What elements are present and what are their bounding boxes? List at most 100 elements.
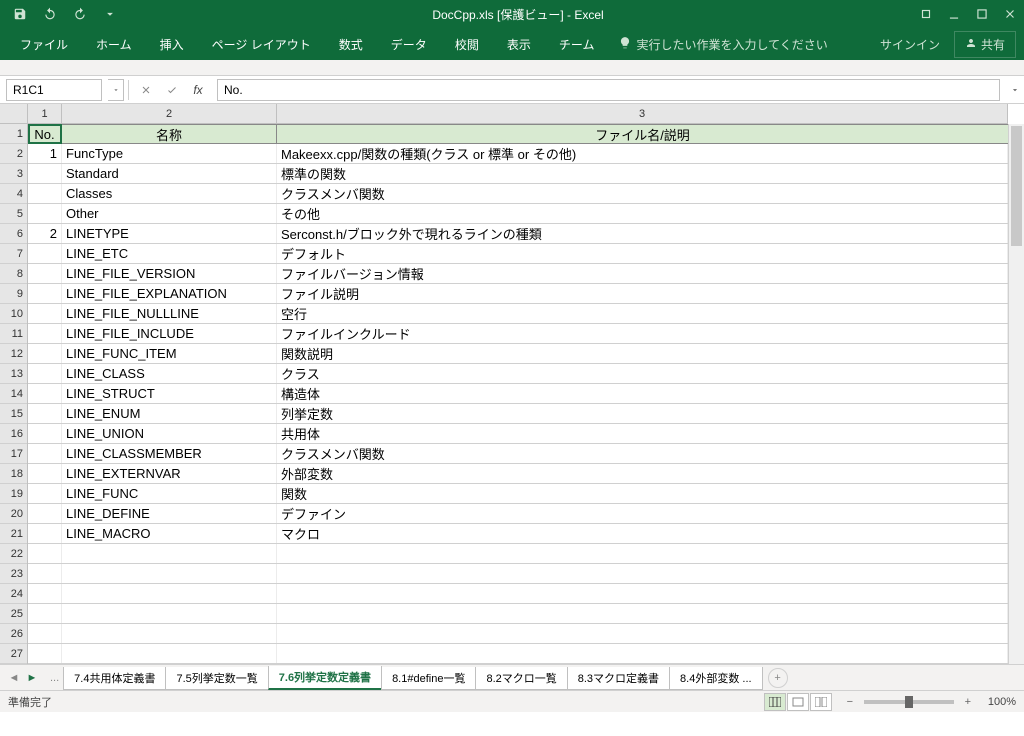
sheet-nav-more[interactable]: ... xyxy=(46,672,63,684)
table-row[interactable]: LINE_FUNC関数 xyxy=(28,484,1008,504)
table-row[interactable] xyxy=(28,584,1008,604)
cell-no[interactable] xyxy=(28,184,62,203)
table-row[interactable]: LINE_CLASSMEMBERクラスメンバ関数 xyxy=(28,444,1008,464)
cell-no[interactable] xyxy=(28,584,62,603)
ribbon-display-button[interactable] xyxy=(912,2,940,26)
tab-review[interactable]: 校閲 xyxy=(443,32,491,57)
cell-desc[interactable]: 共用体 xyxy=(277,424,1008,443)
name-box-dropdown[interactable] xyxy=(108,79,124,101)
table-row[interactable] xyxy=(28,544,1008,564)
cell-no[interactable] xyxy=(28,164,62,183)
row-header[interactable]: 27 xyxy=(0,644,27,664)
col-header-3[interactable]: 3 xyxy=(277,104,1008,123)
table-row[interactable]: LINE_DEFINEデファイン xyxy=(28,504,1008,524)
zoom-thumb[interactable] xyxy=(905,696,913,708)
cell-no[interactable] xyxy=(28,484,62,503)
row-headers[interactable]: 1234567891011121314151617181920212223242… xyxy=(0,124,28,664)
sheet-nav-next[interactable]: ► xyxy=(24,669,40,687)
table-row[interactable]: LINE_CLASSクラス xyxy=(28,364,1008,384)
cell-desc[interactable]: ファイル説明 xyxy=(277,284,1008,303)
row-header[interactable]: 15 xyxy=(0,404,27,424)
cell-name[interactable] xyxy=(62,544,277,563)
cell-desc[interactable]: その他 xyxy=(277,204,1008,223)
cell-desc[interactable] xyxy=(277,604,1008,623)
sheet-tab-7-4[interactable]: 7.4共用体定義書 xyxy=(63,667,166,690)
row-header[interactable]: 17 xyxy=(0,444,27,464)
cell-desc[interactable]: ファイルインクルード xyxy=(277,324,1008,343)
table-row[interactable] xyxy=(28,624,1008,644)
zoom-slider[interactable] xyxy=(864,700,954,704)
row-header[interactable]: 26 xyxy=(0,624,27,644)
tab-home[interactable]: ホーム xyxy=(84,32,144,57)
row-header[interactable]: 8 xyxy=(0,264,27,284)
cell-desc[interactable]: 標準の関数 xyxy=(277,164,1008,183)
sheet-nav-prev[interactable]: ◄ xyxy=(6,669,22,687)
table-row[interactable]: LINE_MACROマクロ xyxy=(28,524,1008,544)
redo-button[interactable] xyxy=(66,2,94,26)
cell-name[interactable] xyxy=(62,644,277,663)
row-header[interactable]: 21 xyxy=(0,524,27,544)
spreadsheet-grid[interactable]: 1 2 3 1234567891011121314151617181920212… xyxy=(0,104,1024,664)
cell-name[interactable]: FuncType xyxy=(62,144,277,163)
row-header[interactable]: 1 xyxy=(0,124,27,144)
cell-no[interactable] xyxy=(28,644,62,663)
select-all-corner[interactable] xyxy=(0,104,28,124)
cell-name[interactable]: LINE_FILE_VERSION xyxy=(62,264,277,283)
table-row[interactable]: LINE_STRUCT構造体 xyxy=(28,384,1008,404)
tell-me-search[interactable]: 実行したい作業を入力してください xyxy=(618,36,827,53)
save-button[interactable] xyxy=(6,2,34,26)
column-headers[interactable]: 1 2 3 xyxy=(28,104,1008,124)
table-row[interactable] xyxy=(28,644,1008,664)
tab-formulas[interactable]: 数式 xyxy=(327,32,375,57)
cell-desc[interactable] xyxy=(277,584,1008,603)
view-normal-button[interactable] xyxy=(764,693,786,711)
table-row[interactable]: 2LINETYPESerconst.h/ブロック外で現れるラインの種類 xyxy=(28,224,1008,244)
cell-desc[interactable]: 関数説明 xyxy=(277,344,1008,363)
formula-input[interactable]: No. xyxy=(217,79,1000,101)
cell-name[interactable]: Classes xyxy=(62,184,277,203)
cell-name[interactable]: LINE_STRUCT xyxy=(62,384,277,403)
row-header[interactable]: 14 xyxy=(0,384,27,404)
cell-name[interactable]: LINE_CLASS xyxy=(62,364,277,383)
sheet-tab-7-5[interactable]: 7.5列挙定数一覧 xyxy=(165,667,268,690)
cell-name[interactable] xyxy=(62,604,277,623)
col-header-1[interactable]: 1 xyxy=(28,104,62,123)
cell-no[interactable] xyxy=(28,464,62,483)
row-header[interactable]: 25 xyxy=(0,604,27,624)
table-row[interactable]: LINE_FILE_EXPLANATIONファイル説明 xyxy=(28,284,1008,304)
cell-desc[interactable]: 構造体 xyxy=(277,384,1008,403)
table-row[interactable]: LINE_FILE_NULLLINE空行 xyxy=(28,304,1008,324)
cell-name[interactable] xyxy=(62,624,277,643)
row-header[interactable]: 10 xyxy=(0,304,27,324)
sheet-tab-7-6[interactable]: 7.6列挙定数定義書 xyxy=(268,666,382,690)
minimize-button[interactable] xyxy=(940,2,968,26)
cell-name[interactable]: LINE_DEFINE xyxy=(62,504,277,523)
new-sheet-button[interactable]: + xyxy=(768,668,788,688)
cell-name[interactable]: LINETYPE xyxy=(62,224,277,243)
cell-desc[interactable]: 外部変数 xyxy=(277,464,1008,483)
row-header[interactable]: 9 xyxy=(0,284,27,304)
row-header[interactable]: 19 xyxy=(0,484,27,504)
tab-team[interactable]: チーム xyxy=(547,32,607,57)
view-page-break-button[interactable] xyxy=(810,693,832,711)
cell-desc[interactable] xyxy=(277,544,1008,563)
cell-no[interactable] xyxy=(28,504,62,523)
cell-desc[interactable]: Makeexx.cpp/関数の種類(クラス or 標準 or その他) xyxy=(277,144,1008,163)
cell-desc[interactable] xyxy=(277,564,1008,583)
cell-desc[interactable]: ファイルバージョン情報 xyxy=(277,264,1008,283)
cell-no[interactable]: 1 xyxy=(28,144,62,163)
row-header[interactable]: 24 xyxy=(0,584,27,604)
row-header[interactable]: 11 xyxy=(0,324,27,344)
sheet-tab-8-2[interactable]: 8.2マクロ一覧 xyxy=(475,667,567,690)
close-button[interactable] xyxy=(996,2,1024,26)
table-row[interactable]: Standard標準の関数 xyxy=(28,164,1008,184)
cell-no[interactable] xyxy=(28,404,62,423)
cell-name[interactable]: LINE_MACRO xyxy=(62,524,277,543)
row-header[interactable]: 16 xyxy=(0,424,27,444)
enter-formula-button[interactable] xyxy=(159,79,185,101)
scrollbar-thumb[interactable] xyxy=(1011,126,1022,246)
expand-formula-bar[interactable] xyxy=(1006,85,1024,95)
qat-customize-button[interactable] xyxy=(96,2,124,26)
cell-name[interactable] xyxy=(62,584,277,603)
cell-desc[interactable]: マクロ xyxy=(277,524,1008,543)
